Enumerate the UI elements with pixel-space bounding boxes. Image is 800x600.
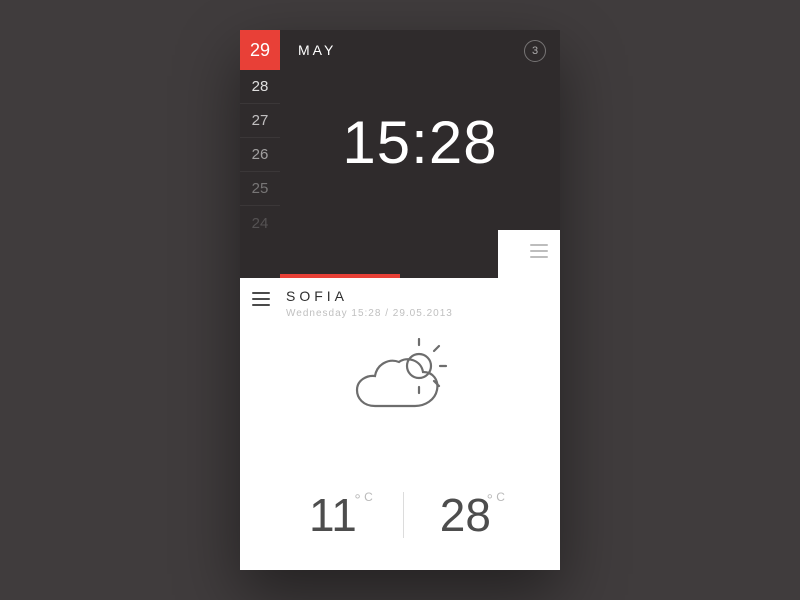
datetime-label: Wednesday 15:28 / 29.05.2013 [286, 308, 453, 319]
selected-day[interactable]: 29 [240, 30, 280, 70]
temperature-row: 11°C 28°C [240, 480, 560, 550]
day-item[interactable]: 27 [240, 104, 280, 138]
notification-badge[interactable]: 3 [524, 40, 546, 62]
low-temperature: 11°C [299, 488, 367, 542]
menu-icon[interactable] [530, 244, 548, 262]
high-temp-value: 28 [440, 489, 491, 541]
weather-panel: SOFIA Wednesday 15:28 / 29.05.2013 11°C [240, 278, 560, 570]
city-label: SOFIA [286, 288, 348, 304]
date-strip: 29 28 27 26 25 24 [240, 30, 280, 240]
panel-tab [498, 230, 560, 278]
day-item[interactable]: 24 [240, 206, 280, 240]
day-item[interactable]: 28 [240, 70, 280, 104]
weather-icon [240, 338, 560, 433]
temp-unit: C [364, 490, 373, 504]
temp-divider [403, 492, 404, 538]
low-temp-value: 11 [309, 489, 357, 541]
phone-screen: 29 28 27 26 25 24 MAY 3 15:28 SOFIA Wedn… [240, 30, 560, 570]
menu-icon[interactable] [252, 292, 270, 310]
high-temperature: 28°C [430, 488, 501, 542]
temp-unit: C [496, 490, 505, 504]
month-label: MAY [298, 42, 336, 58]
day-item[interactable]: 26 [240, 138, 280, 172]
clock-time: 15:28 [280, 108, 560, 177]
day-item[interactable]: 25 [240, 172, 280, 206]
